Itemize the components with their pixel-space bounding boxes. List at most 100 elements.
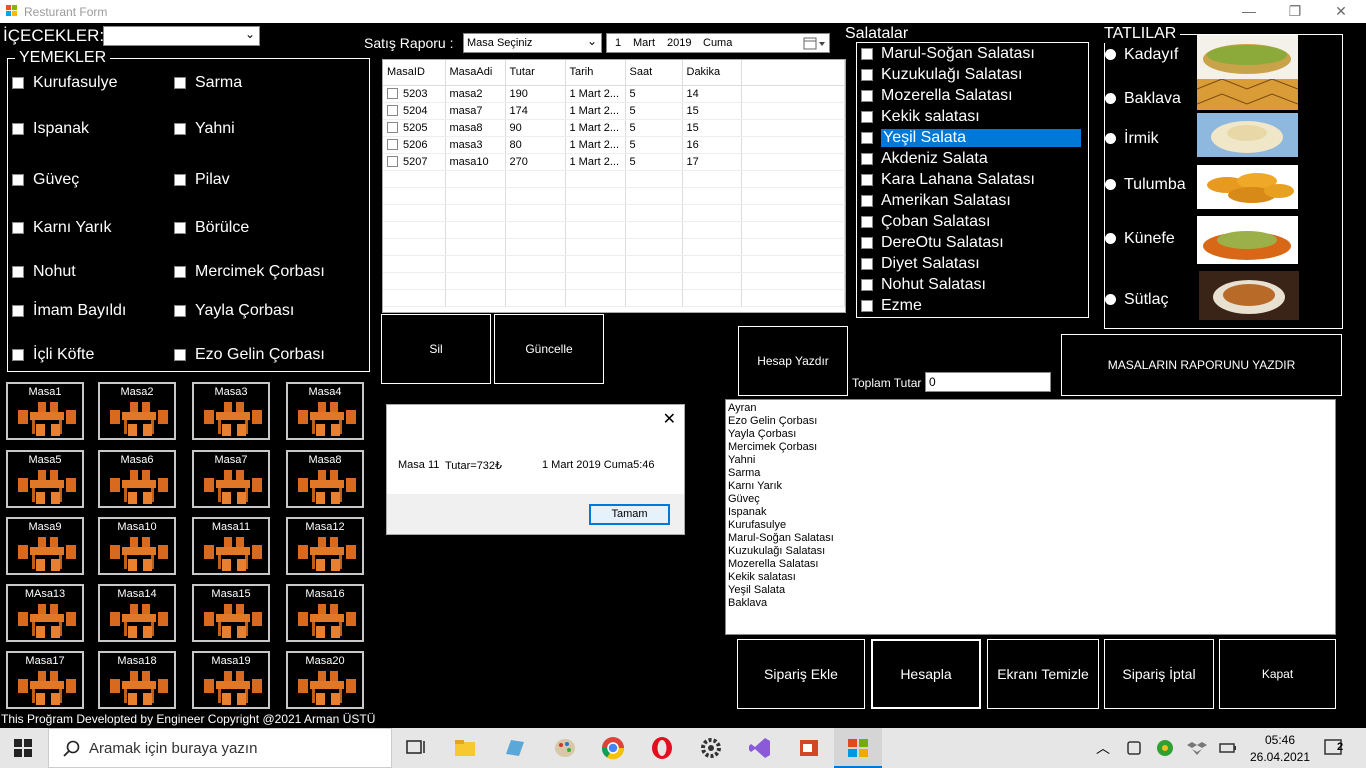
masa-button[interactable]: Masa10: [98, 517, 176, 575]
windows-start-icon[interactable]: [14, 739, 32, 757]
radio-button[interactable]: [1105, 294, 1116, 306]
clock-time[interactable]: 05:46: [1252, 733, 1308, 747]
table-row[interactable]: 5206 masa3 80 1 Mart 2... 5 16: [383, 136, 845, 154]
salata-checkbox[interactable]: [861, 300, 873, 312]
salata-item[interactable]: Diyet Salatası: [861, 254, 1088, 274]
grid-column-header[interactable]: Saat: [625, 60, 683, 86]
yemek-item[interactable]: Ezo Gelin Çorbası: [174, 346, 325, 364]
kapat-button[interactable]: Kapat: [1219, 639, 1336, 709]
yemek-checkbox[interactable]: [12, 348, 24, 361]
grid-column-header[interactable]: Tutar: [505, 60, 566, 86]
salata-item[interactable]: Nohut Salatası: [861, 275, 1088, 295]
masa-button[interactable]: Masa14: [98, 584, 176, 642]
list-item[interactable]: Kurufasulye: [728, 519, 1333, 532]
tatli-option[interactable]: Baklava: [1105, 90, 1181, 108]
list-item[interactable]: Ispanak: [728, 506, 1333, 519]
siparis-iptal-button[interactable]: Sipariş İptal: [1104, 639, 1214, 709]
radio-button[interactable]: [1105, 179, 1116, 191]
masa-button[interactable]: Masa20: [286, 651, 364, 709]
yemek-item[interactable]: Yayla Çorbası: [174, 302, 294, 320]
masa-button[interactable]: Masa1: [6, 382, 84, 440]
salata-item[interactable]: Ezme: [861, 296, 1088, 316]
minimize-button[interactable]: —: [1226, 0, 1272, 23]
masa-button[interactable]: Masa17: [6, 651, 84, 709]
yemek-checkbox[interactable]: [174, 122, 186, 135]
paint-icon[interactable]: [553, 736, 577, 760]
dialog-close-icon[interactable]: ✕: [663, 409, 676, 429]
yemek-item[interactable]: İçli Köfte: [12, 346, 94, 364]
yemek-checkbox[interactable]: [174, 304, 186, 317]
masa-button[interactable]: Masa16: [286, 584, 364, 642]
yemek-item[interactable]: Güveç: [12, 171, 79, 189]
list-item[interactable]: Mozerella Salatası: [728, 558, 1333, 571]
order-list[interactable]: Ayran Ezo Gelin Çorbası Yayla Çorbası Merci…: [725, 399, 1336, 635]
salata-checkbox[interactable]: [861, 111, 873, 123]
yemek-item[interactable]: Yahni: [174, 120, 235, 138]
masa-button[interactable]: Masa11: [192, 517, 270, 575]
masa-button[interactable]: Masa7: [192, 450, 270, 508]
masa-button[interactable]: MAsa13: [6, 584, 84, 642]
yemek-checkbox[interactable]: [12, 76, 24, 89]
list-item[interactable]: Yahni: [728, 454, 1333, 467]
calendar-icon[interactable]: [803, 37, 827, 50]
masa-button[interactable]: Masa19: [192, 651, 270, 709]
opera-icon[interactable]: [650, 736, 674, 760]
masa-button[interactable]: Masa4: [286, 382, 364, 440]
yemek-item[interactable]: Ispanak: [12, 120, 89, 138]
yemek-item[interactable]: Börülce: [174, 219, 249, 237]
battery-icon[interactable]: [1218, 736, 1238, 760]
salata-checkbox[interactable]: [861, 237, 873, 249]
toplam-tutar-field[interactable]: 0: [925, 372, 1051, 392]
settings-gear-icon[interactable]: [699, 736, 723, 760]
visual-studio-icon[interactable]: [748, 736, 772, 760]
list-item[interactable]: Yeşil Salata: [728, 584, 1333, 597]
rapor-yazdir-button[interactable]: MASALARIN RAPORUNU YAZDIR: [1061, 334, 1342, 396]
salata-item[interactable]: Kuzukulağı Salatası: [861, 65, 1088, 85]
salata-checkbox[interactable]: [861, 279, 873, 291]
hesapla-button[interactable]: Hesapla: [871, 639, 981, 709]
masa-button[interactable]: Masa8: [286, 450, 364, 508]
salata-checkbox[interactable]: [861, 195, 873, 207]
salata-item[interactable]: Amerikan Salatası: [861, 191, 1088, 211]
device-icon[interactable]: [1124, 736, 1144, 760]
salata-item[interactable]: Marul-Soğan Salatası: [861, 44, 1088, 64]
dialog-ok-button[interactable]: Tamam: [589, 504, 670, 525]
dropbox-icon[interactable]: [1187, 736, 1207, 760]
masa-button[interactable]: Masa5: [6, 450, 84, 508]
list-item[interactable]: Mercimek Çorbası: [728, 441, 1333, 454]
grid-column-header[interactable]: Dakika: [682, 60, 742, 86]
salata-checkbox[interactable]: [861, 48, 873, 60]
list-item[interactable]: Marul-Soğan Salatası: [728, 532, 1333, 545]
salata-checkbox[interactable]: [861, 153, 873, 165]
date-picker[interactable]: 1 Mart 2019 Cuma: [606, 33, 830, 53]
salata-item[interactable]: Akdeniz Salata: [861, 149, 1088, 169]
yemek-checkbox[interactable]: [12, 265, 24, 278]
table-row[interactable]: 5204 masa7 174 1 Mart 2... 5 15: [383, 102, 845, 120]
salata-checkbox[interactable]: [861, 90, 873, 102]
salata-checkbox[interactable]: [861, 216, 873, 228]
sil-button[interactable]: Sil: [381, 314, 491, 384]
tatli-option[interactable]: Kadayıf: [1105, 46, 1178, 64]
yemek-checkbox[interactable]: [12, 173, 24, 186]
ekrani-temizle-button[interactable]: Ekranı Temizle: [987, 639, 1099, 709]
masa-button[interactable]: Masa9: [6, 517, 84, 575]
table-row[interactable]: 5203 masa2 190 1 Mart 2... 5 14: [383, 85, 845, 103]
security-icon[interactable]: [1155, 736, 1175, 760]
row-checkbox[interactable]: [387, 105, 398, 117]
salata-checkbox[interactable]: [861, 69, 873, 81]
yemek-item[interactable]: Mercimek Çorbası: [174, 263, 325, 281]
task-view-icon[interactable]: [404, 736, 428, 760]
row-checkbox[interactable]: [387, 88, 398, 100]
yemek-checkbox[interactable]: [12, 304, 24, 317]
row-checkbox[interactable]: [387, 156, 398, 168]
masa-button[interactable]: Masa18: [98, 651, 176, 709]
chrome-icon[interactable]: [601, 736, 625, 760]
tatli-option[interactable]: Sütlaç: [1105, 291, 1168, 309]
salatalar-list[interactable]: Marul-Soğan Salatası Kuzukulağı Salatası M…: [856, 42, 1089, 318]
chevron-up-icon[interactable]: ︿: [1096, 738, 1110, 758]
salata-item[interactable]: Mozerella Salatası: [861, 86, 1088, 106]
masa-button[interactable]: Masa15: [192, 584, 270, 642]
grid-column-header[interactable]: Tarih: [565, 60, 626, 86]
grid-column-header[interactable]: MasaAdi: [445, 60, 506, 86]
yemek-checkbox[interactable]: [174, 221, 186, 234]
